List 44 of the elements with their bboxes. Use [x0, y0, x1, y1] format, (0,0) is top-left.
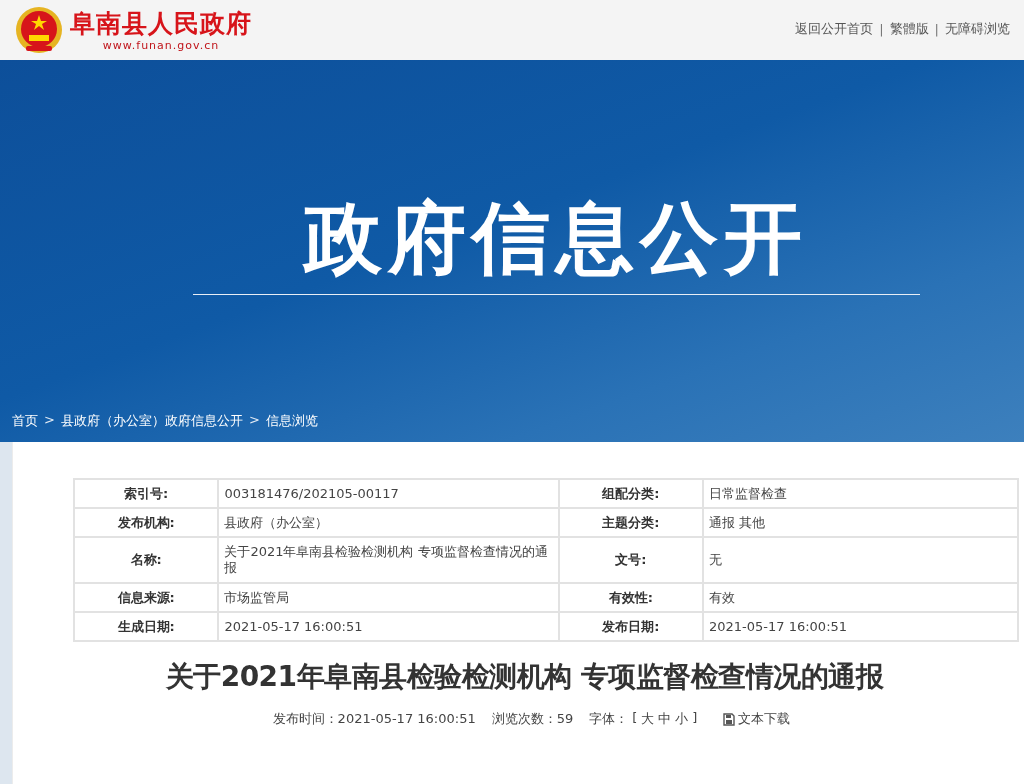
field-value: 有效 — [703, 583, 1018, 612]
separator: | — [934, 21, 939, 37]
field-label: 发布机构: — [74, 508, 219, 537]
font-size-label: 字体： — [589, 710, 629, 728]
field-label: 信息来源: — [74, 583, 219, 612]
field-label: 索引号: — [74, 479, 219, 508]
field-value: 日常监督检查 — [703, 479, 1018, 508]
font-size-link[interactable]: 大 — [641, 710, 655, 728]
bracket: [ — [632, 710, 638, 727]
site-url: www.funan.gov.cn — [102, 38, 220, 52]
field-label: 有效性: — [558, 583, 703, 612]
field-label: 文号: — [558, 537, 703, 583]
emblem-icon — [14, 5, 64, 55]
field-value: 无 — [703, 537, 1018, 583]
field-label: 组配分类: — [558, 479, 703, 508]
breadcrumb-separator: > — [43, 412, 56, 429]
publish-time: 发布时间：2021-05-17 16:00:51 — [272, 710, 476, 728]
banner-title: 政府信息公开 — [304, 192, 808, 285]
field-label: 生成日期: — [74, 612, 219, 641]
field-label: 主题分类: — [558, 508, 703, 537]
field-value: 县政府（办公室） — [218, 508, 559, 537]
site-name: 阜南县人民政府 — [70, 8, 252, 39]
field-value: 通报 其他 — [703, 508, 1018, 537]
field-label: 名称: — [74, 537, 219, 583]
bracket: ] — [692, 710, 698, 727]
article-title: 关于2021年阜南县检验检测机构 专项监督检查情况的通报 — [164, 659, 885, 695]
font-size-link[interactable]: 小 — [675, 710, 689, 728]
field-value: 003181476/202105-00117 — [218, 479, 559, 508]
field-label: 发布日期: — [558, 612, 703, 641]
field-value: 2021-05-17 16:00:51 — [703, 612, 1018, 641]
download-link[interactable]: 文本下载 — [723, 710, 791, 728]
breadcrumb-link[interactable]: 信息浏览 — [265, 412, 318, 430]
field-value: 市场监管局 — [218, 583, 559, 612]
breadcrumb-separator: > — [247, 412, 261, 429]
breadcrumb-link[interactable]: 县政府（办公室）政府信息公开 — [60, 412, 243, 430]
header-link[interactable]: 返回公开首页 — [795, 20, 874, 38]
field-value: 关于2021年阜南县检验检测机构 专项监督检查情况的通报 — [218, 537, 559, 583]
header-link[interactable]: 繁體版 — [889, 20, 929, 38]
separator: | — [879, 21, 884, 37]
font-size-link[interactable]: 中 — [658, 710, 672, 728]
breadcrumb-link[interactable]: 首页 — [12, 412, 38, 430]
header-link[interactable]: 无障碍浏览 — [945, 20, 1010, 38]
field-value: 2021-05-17 16:00:51 — [218, 612, 559, 641]
view-count: 浏览次数：59 — [491, 710, 574, 728]
